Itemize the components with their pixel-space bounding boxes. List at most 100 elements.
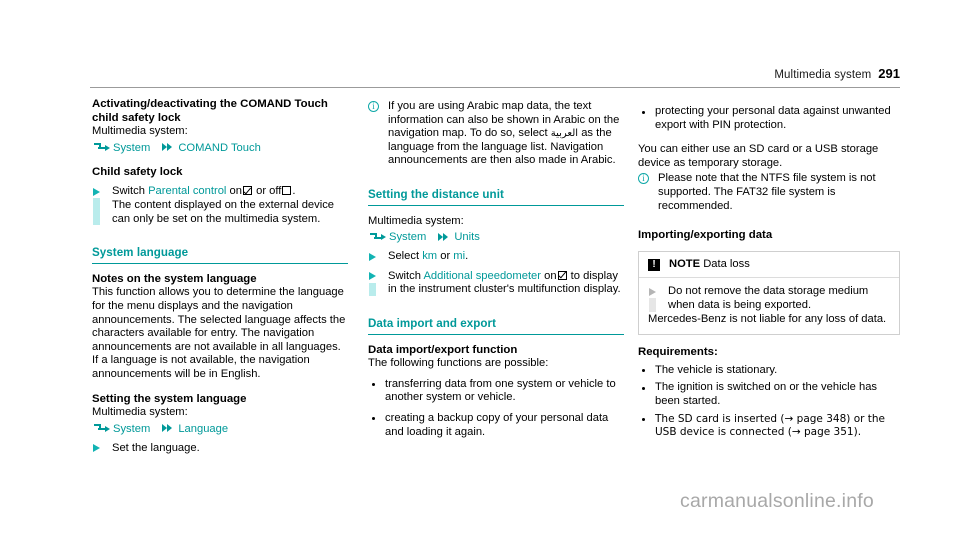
column-two: i If you are using Arabic map data, the … xyxy=(368,98,624,439)
temporary-storage-text: You can either use an SD card or a USB s… xyxy=(638,143,879,169)
step-detail-text: The content displayed on the external de… xyxy=(112,198,335,225)
checkbox-checked-icon xyxy=(557,270,567,280)
notes-system-language-body: This function allows you to determine th… xyxy=(92,286,346,380)
multimedia-system-label-3: Multimedia system: xyxy=(368,214,464,227)
menu-option-additional-speedometer[interactable]: Additional speedometer xyxy=(423,270,541,282)
column-one: Activating/deactivating the COMAND Touch… xyxy=(92,98,348,455)
step-accent-bar xyxy=(369,282,376,296)
step-text: Switch Parental control on or off. The c… xyxy=(112,185,348,226)
note-subject: Data loss xyxy=(703,257,750,270)
checkbox-unchecked-icon xyxy=(282,186,292,196)
warning-exclamation-icon: ! xyxy=(648,258,660,271)
menu-path-item-units[interactable]: Units xyxy=(454,230,480,244)
menu-entry-arrow-icon xyxy=(370,232,386,243)
note-box-data-loss: ! NOTE Data loss Do not remove the data … xyxy=(638,250,900,336)
note-label: NOTE xyxy=(669,257,701,270)
menu-path-item-comand-touch[interactable]: COMAND Touch xyxy=(178,141,260,155)
list-item: transferring data from one system or veh… xyxy=(368,378,624,405)
info-text: Please note that the NTFS file system is… xyxy=(658,172,876,212)
info-arabic-map-data: i If you are using Arabic map data, the … xyxy=(368,100,624,168)
step-on-word: on xyxy=(229,185,242,198)
header-divider xyxy=(90,87,900,88)
info-circle-icon: i xyxy=(638,173,649,185)
requirements-bullet-list: The vehicle is stationary. The ignition … xyxy=(638,364,900,440)
info-ntfs-not-supported: i Please note that the NTFS file system … xyxy=(638,172,900,213)
section-data-import-export: Data import and export xyxy=(368,317,624,335)
manual-page: Multimedia system 291 Activating/deactiv… xyxy=(0,0,960,533)
note-box-title: NOTE Data loss xyxy=(669,258,750,272)
menu-path-item-language[interactable]: Language xyxy=(178,422,228,436)
step-switch-word: Switch xyxy=(112,185,145,198)
note-liability-text: Mercedes-Benz is not liable for any loss… xyxy=(648,312,887,325)
section-setting-distance-unit: Setting the distance unit xyxy=(368,188,624,206)
step-switch-additional-speedometer: Switch Additional speedometer on to disp… xyxy=(368,270,624,297)
note-box-header: ! NOTE Data loss xyxy=(639,252,899,279)
step-do-not-remove-storage: Do not remove the data storage medium wh… xyxy=(648,285,890,312)
step-triangle-icon xyxy=(369,272,376,281)
info-circle-icon: i xyxy=(368,101,379,112)
step-period: . xyxy=(292,185,296,198)
double-chevron-icon xyxy=(162,424,173,433)
checkbox-checked-icon xyxy=(242,186,252,196)
step-switch-parental-control: Switch Parental control on or off. The c… xyxy=(92,185,348,226)
menu-option-parental-control[interactable]: Parental control xyxy=(148,185,226,197)
step-period: . xyxy=(465,250,469,263)
subheading-child-safety-lock: Child safety lock xyxy=(92,165,183,178)
menu-path-item-system[interactable]: System xyxy=(389,230,426,244)
step-set-the-language: Set the language. xyxy=(92,442,348,456)
note-box-body: Do not remove the data storage medium wh… xyxy=(639,278,899,334)
section-system-language: System language xyxy=(92,246,348,264)
menu-path-item-system[interactable]: System xyxy=(113,141,150,155)
page-header: Multimedia system 291 xyxy=(90,66,900,88)
list-item: The vehicle is stationary. xyxy=(638,364,900,378)
header-page-number: 291 xyxy=(878,66,900,81)
info-text: If you are using Arabic map data, the te… xyxy=(388,100,619,166)
step-accent-bar xyxy=(93,198,100,226)
step-text: Select km or mi. xyxy=(388,250,624,264)
on-word: on xyxy=(544,269,557,282)
multimedia-system-label-1: Multimedia system: xyxy=(92,125,188,138)
menu-path-system-comand-touch[interactable]: System COMAND Touch xyxy=(94,141,348,155)
double-chevron-icon xyxy=(162,143,173,152)
page-header-inner: Multimedia system 291 xyxy=(90,66,900,84)
step-off-word: or off xyxy=(256,185,282,198)
site-watermark: carmanualsonline.info xyxy=(680,490,874,512)
subheading-notes-system-language: Notes on the system language xyxy=(92,272,257,285)
menu-option-km[interactable]: km xyxy=(422,250,437,262)
function-intro-text: The following functions are possible: xyxy=(368,357,549,370)
data-function-bullet-list-continued: protecting your personal data against un… xyxy=(638,105,900,132)
column-three: protecting your personal data against un… xyxy=(638,98,900,440)
list-item: protecting your personal data against un… xyxy=(638,105,900,132)
menu-entry-arrow-icon xyxy=(94,423,110,434)
list-item: The ignition is switched on or the vehic… xyxy=(638,381,900,408)
step-triangle-icon xyxy=(93,187,100,196)
step-select-km-or-mi: Select km or mi. xyxy=(368,250,624,264)
heading-comand-child-lock: Activating/deactivating the COMAND Touch… xyxy=(92,98,328,124)
subheading-data-import-export-function: Data import/export function xyxy=(368,343,518,356)
menu-path-system-units[interactable]: System Units xyxy=(370,230,624,244)
menu-path-item-system[interactable]: System xyxy=(113,422,150,436)
step-triangle-icon xyxy=(93,444,100,453)
double-chevron-icon xyxy=(438,232,449,242)
list-item: creating a backup copy of your personal … xyxy=(368,412,624,439)
step-text: Switch Additional speedometer on to disp… xyxy=(388,270,624,297)
select-word: Select xyxy=(388,250,420,263)
switch-word: Switch xyxy=(388,269,421,282)
menu-option-mi[interactable]: mi xyxy=(453,250,465,262)
multimedia-system-label-2: Multimedia system: xyxy=(92,406,188,419)
menu-entry-arrow-icon xyxy=(94,142,110,153)
step-triangle-icon xyxy=(369,252,376,261)
subheading-importing-exporting-data: Importing/exporting data xyxy=(638,229,773,242)
step-triangle-icon xyxy=(649,287,656,296)
menu-path-system-language[interactable]: System Language xyxy=(94,422,348,436)
list-item: The SD card is inserted (→ page 348) or … xyxy=(638,413,900,440)
subheading-requirements: Requirements: xyxy=(638,346,718,359)
step-text: Do not remove the data storage medium wh… xyxy=(668,285,869,311)
subheading-setting-system-language: Setting the system language xyxy=(92,392,247,405)
data-function-bullet-list: transferring data from one system or veh… xyxy=(368,378,624,439)
or-word: or xyxy=(440,250,451,263)
arabic-language-name: العربية xyxy=(550,128,579,140)
header-chapter-title: Multimedia system xyxy=(774,69,872,81)
step-text: Set the language. xyxy=(112,441,200,454)
step-accent-bar xyxy=(649,298,656,312)
